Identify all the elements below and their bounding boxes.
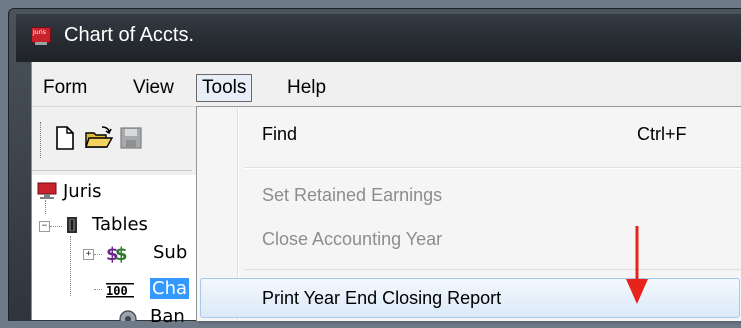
save-icon[interactable] bbox=[118, 125, 144, 151]
svg-text:$: $ bbox=[115, 244, 128, 263]
tree-line bbox=[70, 236, 71, 296]
gear-icon bbox=[118, 308, 138, 328]
chart-icon: 100 bbox=[106, 280, 134, 298]
red-arrow-annotation bbox=[622, 224, 652, 306]
juris-root-icon bbox=[37, 182, 57, 200]
menu-item-close-accounting-year[interactable]: Close Accounting Year bbox=[262, 229, 442, 250]
new-document-icon[interactable] bbox=[52, 125, 78, 151]
tree-item-sub[interactable]: Sub bbox=[153, 242, 187, 264]
svg-text:100: 100 bbox=[106, 284, 128, 298]
tree-item-tables[interactable]: Tables bbox=[92, 214, 148, 236]
toolbar-grip[interactable] bbox=[40, 122, 43, 158]
open-folder-icon[interactable] bbox=[84, 125, 114, 151]
menu-item-print-year-end-closing-report[interactable]: Print Year End Closing Report bbox=[262, 288, 501, 309]
tree-item-chart-selected[interactable]: Cha bbox=[150, 278, 190, 300]
menu-tools[interactable]: Tools bbox=[196, 74, 253, 102]
tree-line bbox=[94, 289, 102, 290]
menu-separator bbox=[244, 269, 741, 270]
app-icon-stand bbox=[35, 42, 47, 45]
menu-item-find[interactable]: Find bbox=[262, 124, 297, 145]
menu-form[interactable]: Form bbox=[38, 74, 92, 102]
menu-view[interactable]: View bbox=[128, 74, 179, 102]
tree-item-chart-label: Cha bbox=[150, 278, 190, 299]
window-title: Chart of Accts. bbox=[64, 24, 195, 46]
tree-item-partial[interactable]: Ban bbox=[150, 306, 185, 328]
collapse-icon[interactable]: − bbox=[39, 221, 50, 232]
expand-icon[interactable]: + bbox=[83, 249, 94, 260]
app-icon[interactable]: Juris bbox=[31, 27, 51, 45]
toolbar-divider bbox=[32, 170, 192, 171]
tree-line bbox=[45, 200, 46, 214]
menu-separator-highlight bbox=[244, 168, 741, 169]
tree-item-juris[interactable]: Juris bbox=[63, 181, 102, 203]
tree-line bbox=[94, 254, 102, 255]
sub-accounts-icon: $ $ bbox=[106, 243, 128, 265]
find-shortcut: Ctrl+F bbox=[637, 124, 687, 144]
app-icon-label: Juris bbox=[33, 29, 46, 36]
menu-item-set-retained-earnings[interactable]: Set Retained Earnings bbox=[262, 185, 442, 206]
tables-icon bbox=[63, 215, 83, 233]
tree-line bbox=[50, 226, 62, 227]
menu-help[interactable]: Help bbox=[282, 74, 331, 102]
